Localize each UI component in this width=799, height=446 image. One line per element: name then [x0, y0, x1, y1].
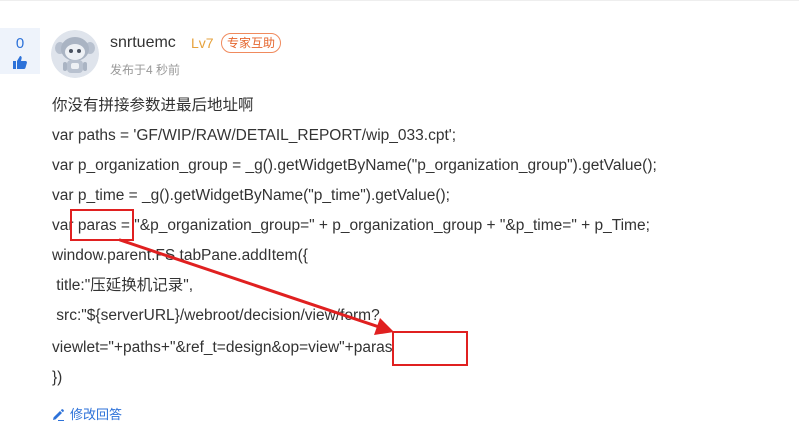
- edit-answer-label: 修改回答: [70, 407, 123, 422]
- edit-answer-button[interactable]: 修改回答: [52, 406, 122, 424]
- pencil-icon: [53, 409, 64, 421]
- annotation-arrow: [118, 238, 394, 335]
- answer-card: 0 snrtuemc Lv7 专家互助 发布于4 秒前 你没有拼接参数进最后地址…: [0, 0, 799, 446]
